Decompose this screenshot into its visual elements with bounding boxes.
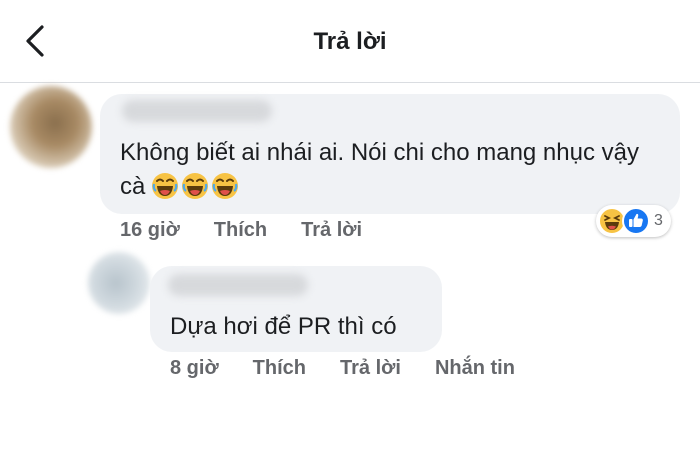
- reply-time[interactable]: 8 giờ: [170, 357, 219, 380]
- author-name-blurred[interactable]: [168, 274, 308, 296]
- app-header: Trả lời: [0, 0, 700, 83]
- comment-actions: 16 giờ Thích Trả lời: [120, 219, 362, 242]
- laughing-emoji-icon: [212, 173, 239, 199]
- reply-text: Dựa hơi để PR thì có: [170, 313, 397, 340]
- like-icon: [622, 207, 650, 235]
- reply-button[interactable]: Trả lời: [301, 219, 362, 242]
- laughing-emoji-icon: [152, 173, 179, 199]
- message-button[interactable]: Nhắn tin: [435, 357, 515, 380]
- reply-button[interactable]: Trả lời: [340, 357, 401, 380]
- reactions-summary[interactable]: 3: [596, 205, 671, 237]
- page-title: Trả lời: [313, 28, 387, 55]
- reply-actions: 8 giờ Thích Trả lời Nhắn tin: [170, 357, 515, 380]
- reaction-count: 3: [654, 212, 663, 229]
- like-button[interactable]: Thích: [253, 357, 306, 380]
- emoji-group: [151, 172, 239, 200]
- avatar[interactable]: [10, 86, 92, 168]
- comment-time[interactable]: 16 giờ: [120, 219, 180, 242]
- reply-bubble[interactable]: Dựa hơi để PR thì có: [150, 266, 442, 352]
- comment-text: Không biết ai nhái ai. Nói chi cho mang …: [120, 136, 670, 204]
- laughing-emoji-icon: [182, 173, 209, 199]
- comment-bubble[interactable]: Không biết ai nhái ai. Nói chi cho mang …: [100, 94, 680, 214]
- like-button[interactable]: Thích: [214, 219, 267, 242]
- avatar[interactable]: [88, 252, 150, 314]
- author-name-blurred[interactable]: [122, 100, 272, 122]
